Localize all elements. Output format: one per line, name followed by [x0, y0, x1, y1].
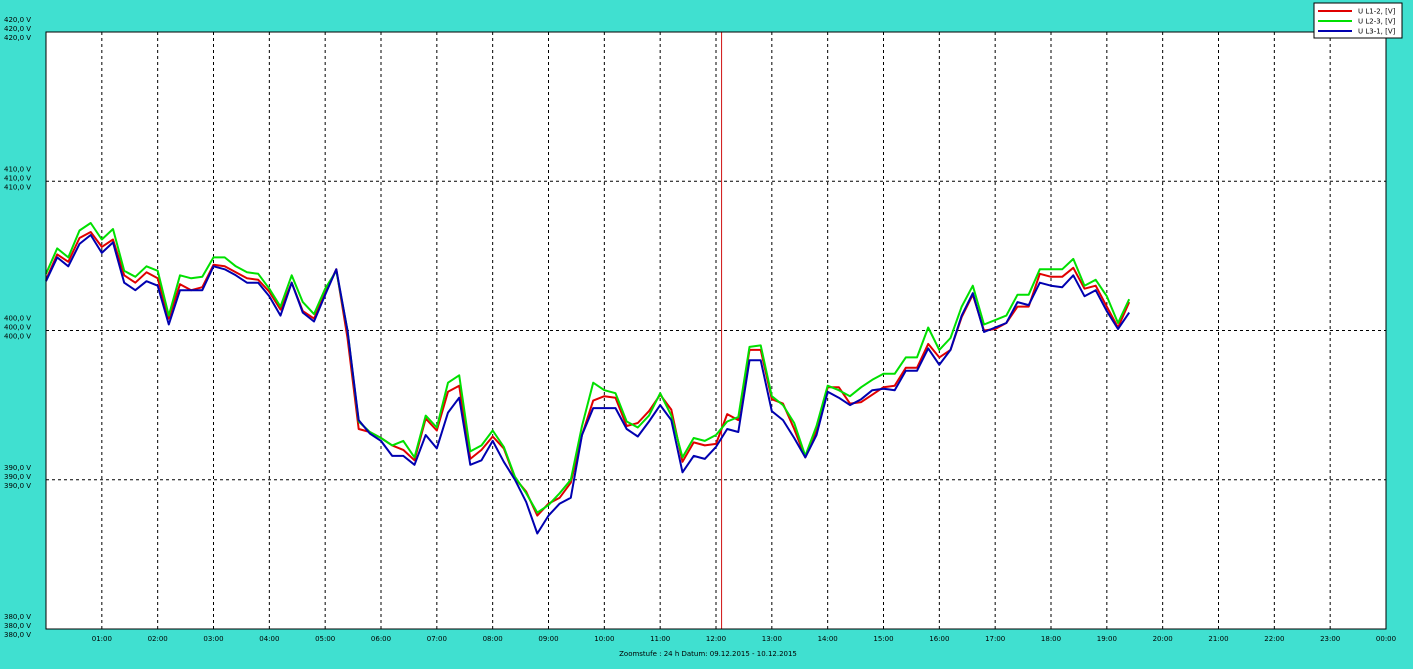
y-tick-label: 390,0 V: [4, 482, 31, 490]
y-tick-label: 390,0 V: [4, 464, 31, 472]
y-axis-ticks: 420,0 V420,0 V420,0 V410,0 V410,0 V410,0…: [4, 16, 31, 639]
y-tick-label: 420,0 V: [4, 34, 31, 42]
x-tick-label: 19:00: [1097, 635, 1117, 643]
x-tick-label: 10:00: [594, 635, 614, 643]
x-tick-label: 05:00: [315, 635, 335, 643]
x-tick-label: 13:00: [762, 635, 782, 643]
legend-label: U L3-1, [V]: [1358, 28, 1396, 36]
y-tick-label: 400,0 V: [4, 324, 31, 332]
x-tick-label: 04:00: [259, 635, 279, 643]
x-axis-ticks: 01:00 02:00 03:00 04:00 05:00 06:00 07:00 08:00…: [92, 635, 1396, 643]
y-tick-label: 420,0 V: [4, 25, 31, 33]
y-tick-label: 380,0 V: [4, 622, 31, 630]
x-tick-label: 16:00: [929, 635, 949, 643]
y-tick-label: 410,0 V: [4, 183, 31, 191]
voltage-chart: 420,0 V420,0 V420,0 V410,0 V410,0 V410,0…: [4, 2, 1403, 658]
x-tick-label: 18:00: [1041, 635, 1061, 643]
y-tick-label: 400,0 V: [4, 315, 31, 323]
x-tick-label: 00:00: [1376, 635, 1396, 643]
x-tick-label: 11:00: [650, 635, 670, 643]
legend-label: U L1-2, [V]: [1358, 8, 1396, 16]
x-tick-label: 14:00: [818, 635, 838, 643]
x-tick-label: 22:00: [1264, 635, 1284, 643]
x-tick-label: 02:00: [148, 635, 168, 643]
y-tick-label: 380,0 V: [4, 613, 31, 621]
x-tick-label: 01:00: [92, 635, 112, 643]
x-tick-label: 17:00: [985, 635, 1005, 643]
x-tick-label: 15:00: [873, 635, 893, 643]
x-tick-label: 20:00: [1153, 635, 1173, 643]
x-tick-label: 21:00: [1208, 635, 1228, 643]
y-tick-label: 410,0 V: [4, 174, 31, 182]
x-tick-label: 03:00: [203, 635, 223, 643]
x-tick-label: 12:00: [706, 635, 726, 643]
y-tick-label: 400,0 V: [4, 333, 31, 341]
legend-label: U L2-3, [V]: [1358, 18, 1396, 26]
x-tick-label: 23:00: [1320, 635, 1340, 643]
y-tick-label: 380,0 V: [4, 631, 31, 639]
y-tick-label: 410,0 V: [4, 165, 31, 173]
x-tick-label: 08:00: [483, 635, 503, 643]
y-tick-label: 390,0 V: [4, 473, 31, 481]
x-tick-label: 09:00: [538, 635, 558, 643]
x-tick-label: 06:00: [371, 635, 391, 643]
x-tick-label: 07:00: [427, 635, 447, 643]
y-tick-label: 420,0 V: [4, 16, 31, 24]
legend: U L1-2, [V] U L2-3, [V] U L3-1, [V]: [1313, 2, 1403, 39]
footer-text: Zoomstufe : 24 h Datum: 09.12.2015 - 10.…: [619, 650, 797, 658]
